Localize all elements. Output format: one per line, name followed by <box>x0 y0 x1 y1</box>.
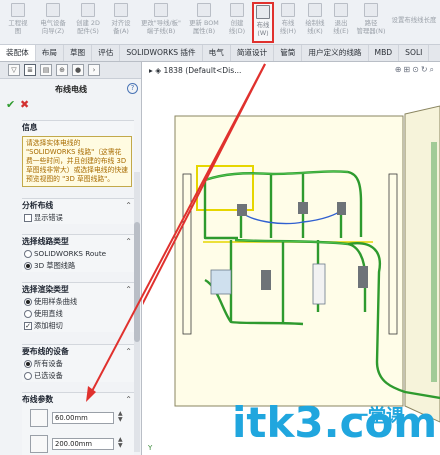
watermark-cn: 一堂课 <box>350 406 404 427</box>
watermark-logo: itk3.com <box>232 398 438 447</box>
annotation-arrow-line <box>89 63 266 396</box>
annotation-overlay <box>86 63 266 402</box>
